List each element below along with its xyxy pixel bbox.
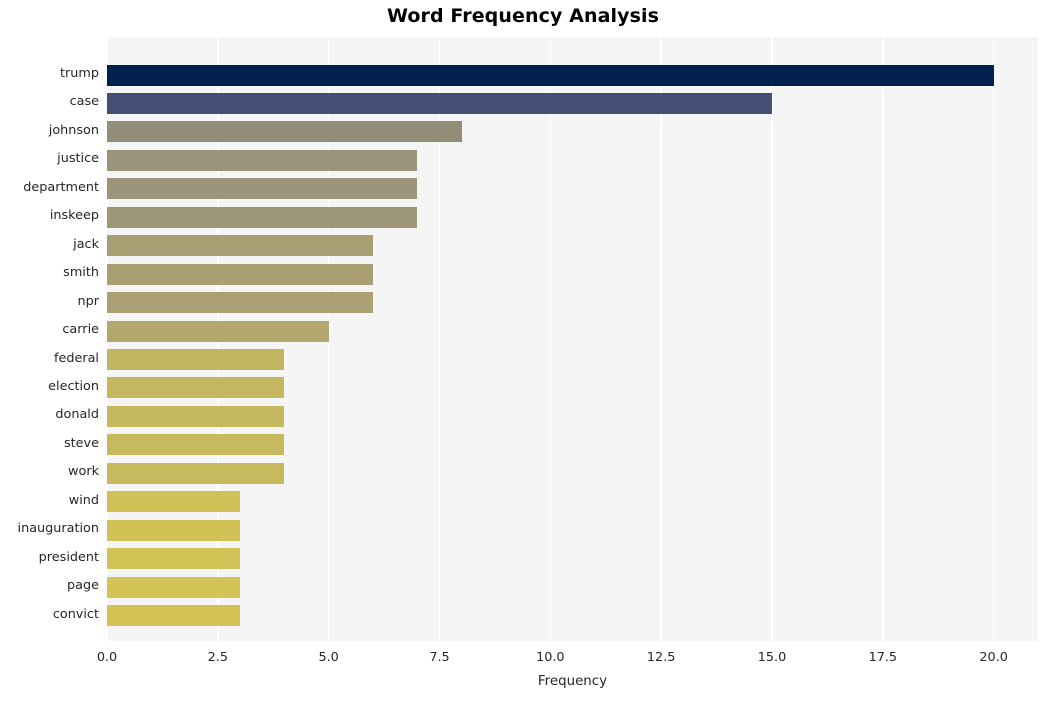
- bar-work: [107, 462, 285, 484]
- bar-convict: [107, 605, 240, 627]
- bar-department: [107, 178, 418, 200]
- bar-case: [107, 92, 772, 114]
- bar-johnson: [107, 121, 462, 143]
- bar-election: [107, 377, 285, 399]
- bar-jack: [107, 235, 373, 257]
- y-tick-label-convict: convict: [52, 606, 99, 622]
- chart-title: Word Frequency Analysis: [386, 5, 660, 27]
- bar-steve: [107, 434, 285, 456]
- bar-page: [107, 576, 240, 598]
- bar-justice: [107, 149, 418, 171]
- bar-smith: [107, 263, 373, 285]
- y-tick-label-justice: justice: [57, 151, 99, 167]
- bar-wind: [107, 491, 240, 513]
- y-tick-label-president: president: [38, 549, 99, 565]
- y-tick-label-jack: jack: [73, 236, 99, 252]
- y-tick-label-npr: npr: [77, 293, 100, 309]
- y-tick-label-smith: smith: [63, 265, 99, 281]
- x-tick-label-17.5: 17.5: [868, 650, 898, 665]
- y-tick-label-page: page: [67, 578, 99, 594]
- y-tick-label-trump: trump: [60, 66, 99, 81]
- y-tick-label-johnson: johnson: [48, 122, 99, 138]
- y-tick-label-federal: federal: [53, 350, 99, 366]
- bar-inauguration: [107, 519, 240, 541]
- x-tick-label-12.5: 12.5: [646, 650, 676, 665]
- bar-donald: [107, 405, 285, 427]
- y-tick-label-election: election: [48, 378, 99, 394]
- gridline-x-6: [771, 37, 773, 641]
- bar-inskeep: [107, 206, 418, 228]
- x-tick-label-10.0: 10.0: [536, 650, 565, 665]
- bar-president: [107, 548, 240, 570]
- gridline-x-8: [992, 37, 995, 641]
- x-tick-label-20.0: 20.0: [979, 650, 1008, 665]
- y-tick-label-inskeep: inskeep: [49, 208, 99, 224]
- y-tick-label-work: work: [68, 464, 99, 480]
- x-tick-label-2.5: 2.5: [207, 650, 228, 665]
- x-tick-label-5.0: 5.0: [318, 650, 339, 665]
- plot-area: [107, 37, 1038, 641]
- gridline-x-4: [549, 37, 552, 641]
- bar-npr: [107, 292, 373, 314]
- gridline-x-7: [882, 37, 884, 641]
- gridline-x-5: [660, 37, 662, 641]
- x-tick-label-0.0: 0.0: [96, 650, 118, 665]
- y-tick-label-inauguration: inauguration: [17, 521, 99, 537]
- y-tick-label-carrie: carrie: [62, 322, 99, 338]
- bar-trump: [107, 64, 994, 86]
- bar-carrie: [107, 320, 329, 342]
- x-tick-label-15.0: 15.0: [757, 650, 787, 665]
- y-tick-label-wind: wind: [68, 492, 99, 508]
- y-axis-tick-labels: trump case johnson justice department inskeep…: [0, 0, 99, 701]
- y-tick-label-department: department: [23, 179, 99, 195]
- x-axis-title: Frequency: [537, 674, 608, 689]
- x-tick-label-7.5: 7.5: [429, 650, 450, 665]
- word-frequency-chart-figure: Word Frequency Analysis trump case johnson…: [0, 0, 1046, 701]
- y-tick-label-donald: donald: [55, 407, 99, 423]
- y-tick-label-steve: steve: [63, 435, 99, 451]
- y-tick-label-case: case: [69, 94, 99, 110]
- bar-federal: [107, 349, 285, 370]
